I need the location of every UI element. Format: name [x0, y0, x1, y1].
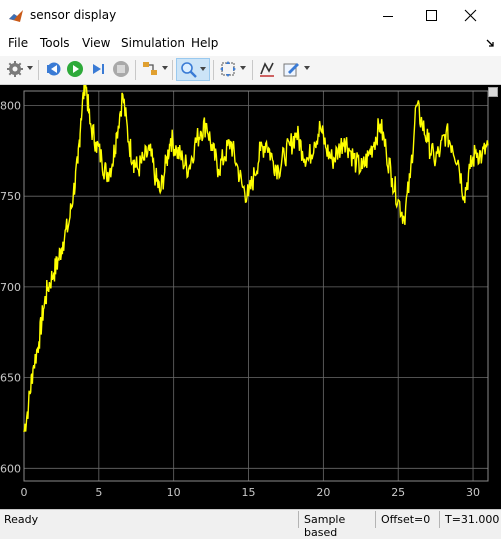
status-offset: Offset=0	[375, 511, 439, 528]
x-tick-label: 30	[466, 486, 480, 499]
autoscale-icon[interactable]	[219, 60, 237, 78]
maximize-button[interactable]	[409, 0, 455, 32]
x-tick-label: 10	[167, 486, 181, 499]
menu-file[interactable]: File	[8, 36, 28, 50]
status-bar: Ready Sample based Offset=0 T=31.000	[0, 509, 501, 539]
menu-tools[interactable]: Tools	[40, 36, 70, 50]
toolbar-separator	[252, 60, 253, 80]
chevron-down-icon[interactable]	[304, 65, 310, 71]
minimize-button[interactable]	[365, 0, 411, 32]
chevron-down-icon[interactable]	[27, 65, 33, 71]
signal-chart[interactable]: 0 5 10 15 20 25 30 600 650 700 750 800	[0, 85, 501, 509]
status-ready: Ready	[4, 513, 39, 526]
signal-series-line	[23, 85, 489, 433]
window-title: sensor display	[30, 8, 117, 22]
menu-bar: File Tools View Simulation Help	[0, 32, 501, 57]
y-tick-label: 750	[0, 190, 21, 203]
axes-expand-button[interactable]	[488, 87, 498, 97]
y-tick-label: 600	[0, 462, 21, 475]
highlight-icon[interactable]	[141, 60, 159, 78]
x-tick-label: 5	[95, 486, 102, 499]
toolbar-separator	[38, 60, 39, 80]
zoom-button[interactable]	[176, 58, 210, 81]
y-tick-label: 700	[0, 281, 21, 294]
dock-arrow-icon[interactable]	[485, 38, 495, 48]
step-back-icon[interactable]	[44, 60, 62, 78]
x-tick-label: 20	[316, 486, 330, 499]
y-tick-label: 650	[0, 372, 21, 385]
gear-icon[interactable]	[6, 60, 24, 78]
x-tick-label: 25	[391, 486, 405, 499]
close-icon	[464, 9, 477, 22]
menu-simulation[interactable]: Simulation	[121, 36, 185, 50]
toolbar	[0, 56, 501, 85]
zoom-icon	[181, 62, 197, 78]
toolbar-separator	[213, 60, 214, 80]
close-button[interactable]	[455, 0, 501, 32]
scope-display[interactable]: 0 5 10 15 20 25 30 600 650 700 750 800	[0, 85, 501, 509]
toolbar-separator	[135, 60, 136, 80]
status-sample-mode: Sample based	[298, 511, 374, 539]
toolbar-separator	[172, 60, 173, 80]
stop-icon[interactable]	[112, 60, 130, 78]
menu-view[interactable]: View	[82, 36, 110, 50]
x-tick-label: 0	[21, 486, 28, 499]
step-forward-icon[interactable]	[89, 60, 107, 78]
chevron-down-icon[interactable]	[162, 65, 168, 71]
maximize-icon	[426, 10, 437, 21]
title-bar: sensor display	[0, 0, 501, 32]
status-time: T=31.000	[439, 511, 501, 528]
chevron-down-icon	[200, 67, 206, 71]
cursor-measure-icon[interactable]	[258, 60, 276, 78]
x-tick-label: 15	[242, 486, 256, 499]
menu-help[interactable]: Help	[191, 36, 218, 50]
run-icon[interactable]	[66, 60, 84, 78]
axes-frame	[23, 90, 489, 482]
matlab-app-icon	[9, 10, 23, 22]
edit-icon[interactable]	[282, 60, 300, 78]
minimize-icon	[383, 16, 393, 17]
y-tick-label: 800	[0, 100, 21, 113]
chevron-down-icon[interactable]	[240, 65, 246, 71]
